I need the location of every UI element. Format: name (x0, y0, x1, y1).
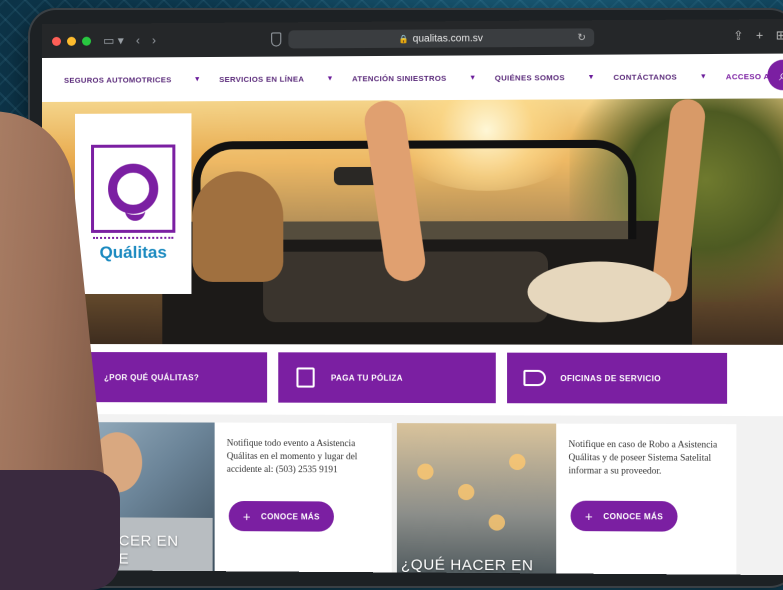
search-icon: ⌕ (778, 66, 783, 83)
bokeh-light (509, 453, 526, 471)
chevron-down-icon: ▼ (469, 74, 477, 82)
close-window-button[interactable] (51, 36, 61, 46)
back-arrow-icon[interactable]: ‹ (136, 33, 140, 47)
forward-arrow-icon[interactable]: › (152, 33, 156, 47)
button-label: CONOCE MÁS (260, 511, 320, 522)
card-text-theft: Notifique en caso de Robo a Asistencia Q… (556, 423, 737, 576)
bokeh-light (458, 483, 475, 501)
reload-icon[interactable]: ↻ (577, 32, 586, 43)
minimize-window-button[interactable] (67, 36, 77, 46)
url-text: qualitas.com.sv (412, 32, 483, 45)
calculator-icon (294, 367, 316, 388)
conoce-mas-button[interactable]: + CONOCE MÁS (570, 500, 678, 532)
privacy-shield-icon[interactable] (271, 32, 282, 47)
action-label: PAGA TU PÓLIZA (330, 373, 403, 383)
action-label: OFICINAS DE SERVICIO (560, 373, 661, 383)
chevron-down-icon: ▼ (587, 73, 595, 81)
site-navigation: SEGUROS AUTOMOTRICES ▼ SERVICIOS EN LÍNEA… (42, 53, 783, 103)
action-label: ¿POR QUÉ QUÁLITAS? (104, 372, 200, 382)
hero-driver (192, 171, 284, 282)
button-label: CONOCE MÁS (603, 511, 664, 521)
card-image-theft[interactable] (396, 423, 557, 576)
megaphone-icon (523, 369, 546, 387)
nav-item-siniestros[interactable]: ATENCIÓN SINIESTROS ▼ (352, 73, 476, 83)
lock-icon: 🔒 (398, 34, 409, 44)
nav-item-seguros[interactable]: SEGUROS AUTOMOTRICES ▼ (64, 75, 201, 85)
card-text-accident: Notifique todo evento a Asistencia Quáli… (214, 422, 392, 575)
conoce-mas-button[interactable]: + CONOCE MÁS (228, 500, 334, 532)
tab-overview-icon[interactable]: ⊞ (776, 28, 783, 42)
bokeh-light (488, 514, 506, 531)
browser-right-controls: ⇪ + ⊞ (733, 28, 783, 43)
plus-icon: + (242, 508, 251, 524)
quick-actions: ¿POR QUÉ QUÁLITAS? PAGA TU PÓLIZA OFICIN… (42, 344, 783, 417)
new-tab-icon[interactable]: + (756, 28, 763, 42)
browser-screen: ▭ ▾ ‹ › 🔒 qualitas.com.sv ↻ ⇪ + ⊞ SEGURO… (42, 18, 783, 576)
share-icon[interactable]: ⇪ (733, 28, 743, 42)
address-bar[interactable]: 🔒 qualitas.com.sv ↻ (288, 28, 595, 49)
info-cards: QUÉ HACER EN CASO DE Notifique todo even… (42, 414, 783, 576)
paga-tu-poliza-button[interactable]: PAGA TU PÓLIZA (278, 352, 496, 404)
nav-item-quienes-somos[interactable]: QUIÉNES SOMOS ▼ (495, 72, 595, 82)
card-description: Notifique en caso de Robo a Asistencia Q… (568, 438, 718, 476)
chevron-down-icon: ▼ (326, 74, 334, 82)
plus-icon: + (584, 508, 594, 524)
nav-item-servicios[interactable]: SERVICIOS EN LÍNEA ▼ (219, 74, 334, 84)
nav-item-contactanos[interactable]: CONTÁCTANOS ▼ (613, 72, 708, 81)
sidebar-icon[interactable]: ▭ ▾ (103, 33, 124, 47)
chevron-down-icon: ▼ (193, 75, 202, 83)
logo-q-mark (91, 144, 176, 233)
browser-toolbar: ▭ ▾ ‹ › 🔒 qualitas.com.sv ↻ ⇪ + ⊞ (42, 18, 783, 58)
fullscreen-window-button[interactable] (82, 36, 92, 46)
oficinas-de-servicio-button[interactable]: OFICINAS DE SERVICIO (507, 352, 728, 404)
card-overlay-title: ¿QUÉ HACER EN (400, 556, 534, 575)
hero-passenger-hat (527, 261, 672, 323)
search-button[interactable]: ⌕ (767, 59, 783, 91)
sleeve (0, 470, 120, 590)
qualitas-logo[interactable]: Quálitas (75, 113, 192, 294)
chevron-down-icon: ▼ (699, 72, 708, 80)
logo-dotted-line (93, 236, 174, 239)
window-controls (51, 36, 92, 46)
card-description: Notifique todo evento a Asistencia Quáli… (226, 437, 358, 475)
bokeh-light (417, 463, 434, 480)
hero-banner[interactable]: Quálitas (42, 98, 783, 345)
logo-wordmark: Quálitas (99, 242, 167, 262)
